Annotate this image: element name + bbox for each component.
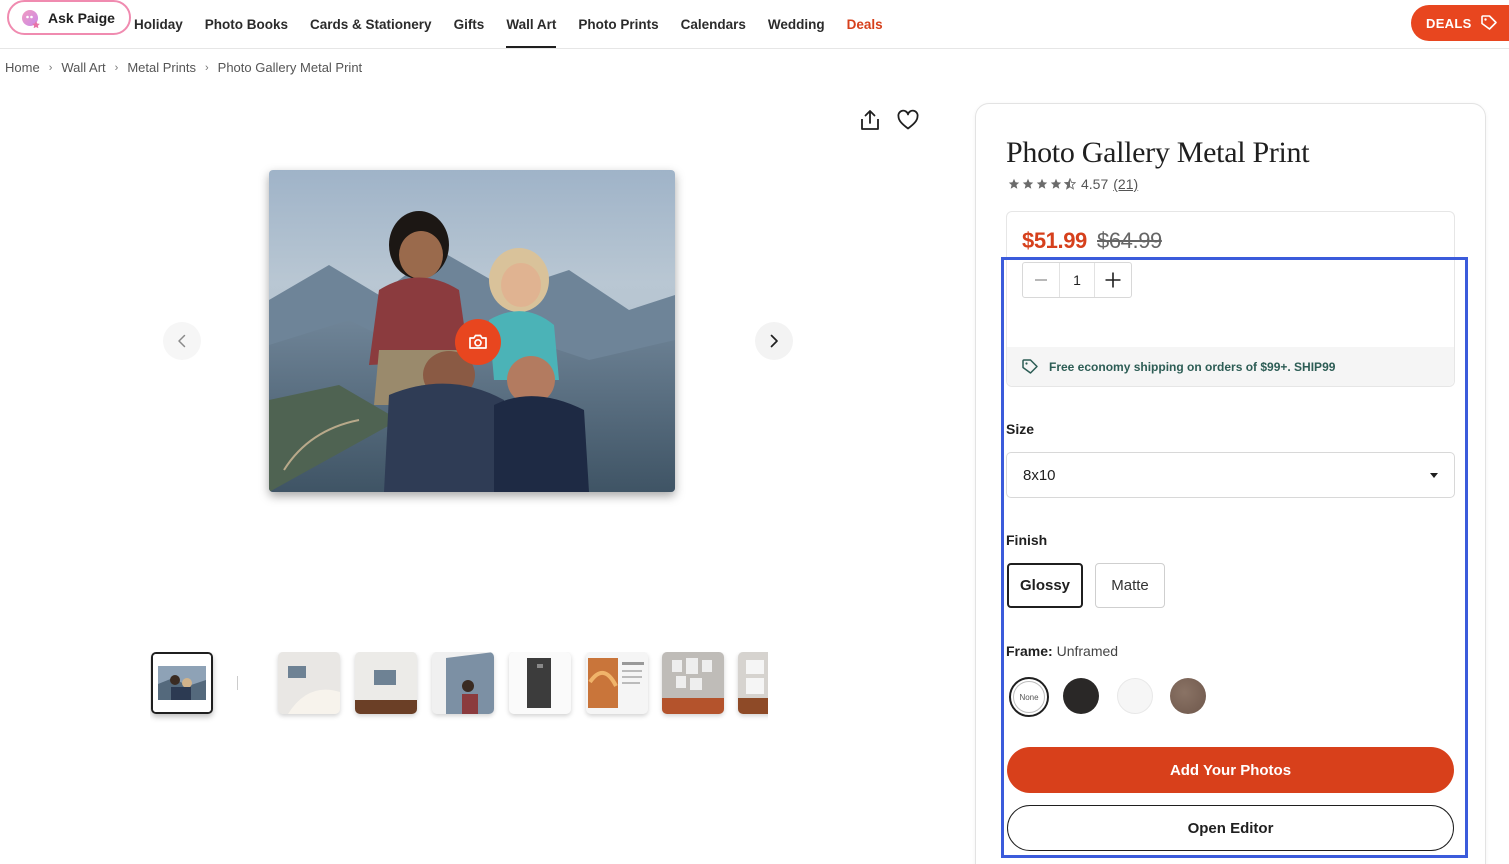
tag-icon [1022, 358, 1038, 374]
quantity-value[interactable]: 1 [1059, 263, 1095, 297]
thumbnail-6[interactable] [586, 652, 648, 714]
frame-swatch-none-label: None [1013, 681, 1045, 713]
thumbnail-image [586, 652, 648, 714]
nav-link-deals[interactable]: Deals [836, 0, 894, 48]
frame-swatch-walnut[interactable] [1170, 678, 1206, 714]
finish-glossy-button[interactable]: Glossy [1007, 563, 1083, 608]
thumbnail-image [278, 652, 340, 714]
breadcrumb-wall-art[interactable]: Wall Art [61, 60, 105, 75]
ask-paige-label: Ask Paige [48, 9, 115, 26]
heart-icon[interactable] [896, 108, 920, 132]
frame-label: Frame: Unframed [1006, 643, 1118, 659]
decrease-quantity-button[interactable] [1023, 263, 1059, 297]
ask-paige-button[interactable]: Ask Paige [7, 0, 131, 35]
next-image-button[interactable] [755, 322, 793, 360]
frame-selected-value: Unframed [1056, 643, 1119, 659]
star-icon [1036, 178, 1048, 189]
share-icon[interactable] [858, 108, 882, 132]
shipping-promo: Free economy shipping on orders of $99+.… [1007, 347, 1454, 386]
breadcrumb-metal-prints[interactable]: Metal Prints [127, 60, 196, 75]
rating-stars [1008, 178, 1076, 190]
breadcrumb-separator: › [48, 61, 53, 74]
nav-links: Holiday Photo Books Cards & Stationery G… [123, 0, 894, 48]
breadcrumb-home[interactable]: Home [5, 60, 40, 75]
upload-photo-button[interactable] [455, 319, 501, 365]
nav-link-photo-prints[interactable]: Photo Prints [567, 0, 669, 48]
original-price: $64.99 [1097, 228, 1162, 253]
nav-link-wall-art[interactable]: Wall Art [495, 0, 567, 48]
thumbnail-image [738, 652, 768, 714]
star-icon [1022, 178, 1034, 189]
thumbnail-strip [150, 652, 768, 732]
add-your-photos-button[interactable]: Add Your Photos [1007, 747, 1454, 793]
thumbnail-5[interactable] [509, 652, 571, 714]
thumbnail-7[interactable] [662, 652, 724, 714]
review-count-link[interactable]: (21) [1113, 176, 1138, 192]
nav-link-photo-books[interactable]: Photo Books [194, 0, 299, 48]
half-star-icon [1064, 178, 1076, 190]
sale-price: $51.99 [1022, 228, 1087, 253]
rating-value: 4.57 [1081, 176, 1109, 192]
shipping-promo-text: Free economy shipping on orders of $99+.… [1049, 359, 1336, 374]
thumbnail-divider [237, 676, 238, 690]
nav-link-holiday[interactable]: Holiday [123, 0, 194, 48]
breadcrumb-current: Photo Gallery Metal Print [217, 60, 363, 75]
product-title: Photo Gallery Metal Print [1006, 136, 1310, 169]
size-select[interactable]: 8x10 [1006, 452, 1455, 498]
finish-label: Finish [1006, 532, 1048, 548]
frame-swatch-black[interactable] [1063, 678, 1099, 714]
thumbnail-8[interactable] [738, 652, 768, 714]
thumbnail-image [662, 652, 724, 714]
thumbnail-3[interactable] [355, 652, 417, 714]
thumbnail-image [509, 652, 571, 714]
breadcrumb-separator: › [114, 61, 119, 74]
frame-label-title: Frame: [1006, 643, 1053, 659]
thumbnail-image [355, 652, 417, 714]
thumbnail-2[interactable] [278, 652, 340, 714]
camera-icon [469, 334, 487, 349]
thumbnail-image [432, 652, 494, 714]
caret-down-icon [1430, 473, 1438, 478]
chevron-left-icon [178, 334, 186, 348]
star-icon [1050, 178, 1062, 189]
thumbnail-4[interactable] [432, 652, 494, 714]
thumbnail-1[interactable] [151, 652, 213, 714]
minus-icon [1035, 279, 1047, 281]
quantity-stepper: 1 [1022, 262, 1132, 298]
size-selected-value: 8x10 [1023, 466, 1056, 484]
nav-link-wedding[interactable]: Wedding [757, 0, 836, 48]
frame-swatch-none[interactable]: None [1009, 677, 1049, 717]
deals-button-label: DEALS [1426, 15, 1472, 31]
thumbnail-image [153, 654, 211, 712]
product-rating: 4.57 (21) [1008, 176, 1138, 192]
paige-icon [22, 9, 40, 28]
breadcrumb: Home › Wall Art › Metal Prints › Photo G… [5, 60, 362, 75]
tag-icon [1480, 15, 1497, 30]
plus-icon [1105, 272, 1121, 288]
star-icon [1008, 178, 1020, 189]
top-navigation: Ask Paige Holiday Photo Books Cards & St… [0, 0, 1509, 49]
frame-swatch-white[interactable] [1117, 678, 1153, 714]
increase-quantity-button[interactable] [1095, 263, 1131, 297]
breadcrumb-separator: › [204, 61, 209, 74]
finish-matte-button[interactable]: Matte [1095, 563, 1165, 608]
nav-link-calendars[interactable]: Calendars [670, 0, 757, 48]
deals-button[interactable]: DEALS [1411, 5, 1509, 41]
nav-link-cards-stationery[interactable]: Cards & Stationery [299, 0, 443, 48]
chevron-right-icon [770, 334, 778, 348]
previous-image-button[interactable] [163, 322, 201, 360]
open-editor-button[interactable]: Open Editor [1007, 805, 1454, 851]
size-label: Size [1006, 421, 1035, 437]
nav-link-gifts[interactable]: Gifts [443, 0, 496, 48]
